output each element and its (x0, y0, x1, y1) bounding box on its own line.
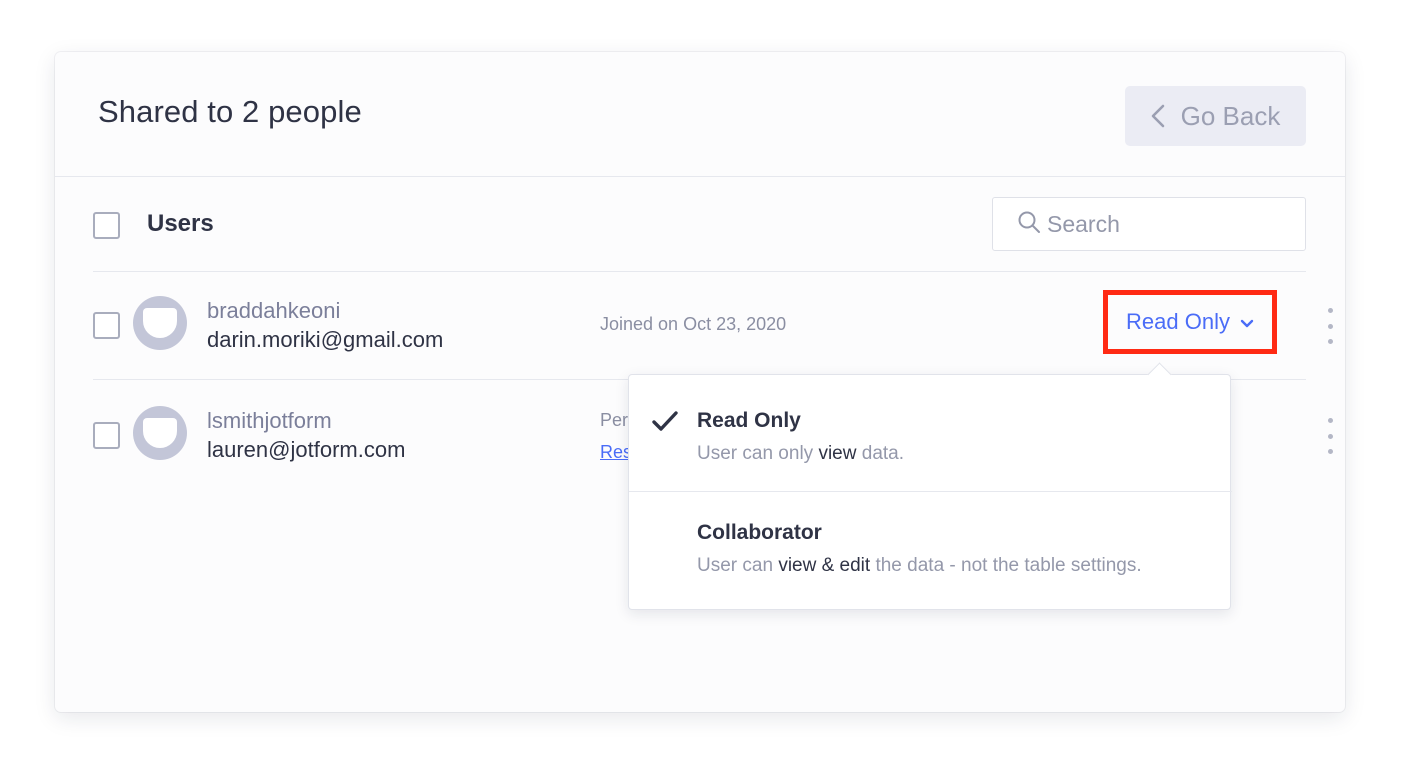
role-dropdown-button[interactable]: Read Only (1103, 290, 1277, 354)
panel-header: Shared to 2 people Go Back (55, 52, 1345, 177)
more-vertical-icon[interactable] (1325, 308, 1335, 344)
search-box[interactable] (992, 197, 1306, 251)
user-row-checkbox[interactable] (93, 312, 120, 339)
avatar-icon (133, 296, 187, 350)
role-dropdown-menu: Read Only User can only view data. Colla… (628, 374, 1232, 610)
user-email: lauren@jotform.com (207, 437, 406, 462)
go-back-button[interactable]: Go Back (1125, 86, 1306, 146)
search-input[interactable] (1047, 210, 1287, 238)
joined-date: Joined on Oct 23, 2020 (600, 314, 787, 334)
role-option-read-only[interactable]: Read Only User can only view data. (629, 375, 1232, 492)
user-row-checkbox[interactable] (93, 422, 120, 449)
role-option-collaborator[interactable]: Collaborator User can view & edit the da… (629, 493, 1232, 610)
chevron-down-icon (1240, 309, 1254, 335)
role-label: Read Only (1126, 309, 1230, 334)
role-option-description: User can view & edit the data - not the … (697, 555, 1142, 576)
search-icon (1017, 210, 1041, 239)
users-label: Users (147, 210, 214, 237)
user-username: braddahkeoni (207, 298, 341, 323)
user-status-text: Per (600, 410, 629, 430)
avatar-icon (133, 406, 187, 460)
user-row: braddahkeoni darin.moriki@gmail.com Join… (93, 272, 1333, 380)
users-header-row: Users (93, 197, 1306, 272)
role-option-title: Read Only (697, 409, 801, 432)
more-vertical-icon[interactable] (1325, 418, 1335, 454)
select-all-checkbox[interactable] (93, 212, 120, 239)
role-option-description: User can only view data. (697, 443, 905, 464)
checkmark-icon (651, 409, 679, 438)
page-title: Shared to 2 people (98, 94, 362, 129)
chevron-left-icon (1151, 104, 1165, 128)
go-back-label: Go Back (1180, 100, 1281, 131)
role-option-title: Collaborator (697, 521, 822, 544)
user-username: lsmithjotform (207, 408, 332, 433)
user-email: darin.moriki@gmail.com (207, 327, 444, 352)
